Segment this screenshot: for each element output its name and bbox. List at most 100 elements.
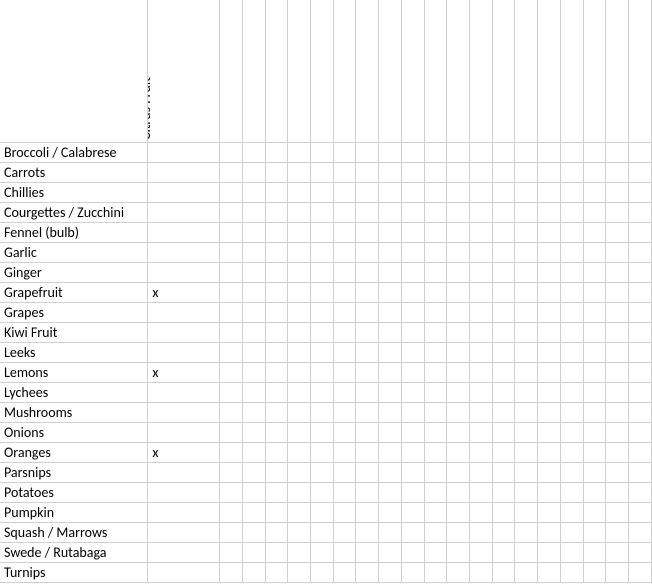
cell[interactable] [447, 182, 470, 202]
cell[interactable] [220, 442, 243, 462]
cell[interactable] [515, 262, 538, 282]
cell[interactable] [220, 182, 243, 202]
cell[interactable] [470, 482, 493, 502]
cell[interactable] [333, 362, 356, 382]
cell[interactable] [356, 182, 379, 202]
cell[interactable] [560, 142, 583, 162]
cell[interactable] [560, 182, 583, 202]
cell[interactable] [583, 502, 606, 522]
row-label[interactable]: Oranges [0, 442, 148, 462]
cell[interactable] [288, 282, 311, 302]
cell[interactable] [311, 202, 334, 222]
cell[interactable] [583, 402, 606, 422]
cell[interactable] [515, 322, 538, 342]
cell[interactable] [401, 342, 424, 362]
cell[interactable] [492, 502, 515, 522]
cell[interactable] [447, 562, 470, 582]
cell[interactable] [148, 342, 220, 362]
cell[interactable] [220, 362, 243, 382]
cell[interactable] [356, 342, 379, 362]
cell[interactable] [447, 322, 470, 342]
cell[interactable] [379, 262, 402, 282]
cell[interactable] [447, 382, 470, 402]
cell[interactable] [424, 162, 447, 182]
cell[interactable] [538, 402, 561, 422]
cell[interactable] [220, 382, 243, 402]
cell[interactable] [424, 262, 447, 282]
cell[interactable] [470, 362, 493, 382]
cell[interactable] [401, 162, 424, 182]
cell[interactable] [538, 182, 561, 202]
cell[interactable] [242, 162, 265, 182]
cell[interactable] [515, 462, 538, 482]
cell[interactable] [492, 162, 515, 182]
row-label[interactable]: Pumpkin [0, 502, 148, 522]
cell[interactable] [492, 562, 515, 582]
cell[interactable] [379, 302, 402, 322]
cell[interactable] [583, 202, 606, 222]
spreadsheet-table[interactable]: Citrus FruitBroccoli / CalabreseCarrotsC… [0, 0, 652, 583]
row-label[interactable]: Broccoli / Calabrese [0, 142, 148, 162]
cell[interactable] [311, 482, 334, 502]
cell[interactable] [333, 302, 356, 322]
cell[interactable] [333, 522, 356, 542]
cell[interactable] [538, 362, 561, 382]
cell[interactable] [242, 382, 265, 402]
cell[interactable] [379, 282, 402, 302]
cell[interactable] [265, 562, 288, 582]
cell[interactable] [606, 522, 629, 542]
cell[interactable] [379, 502, 402, 522]
cell[interactable] [401, 302, 424, 322]
cell[interactable] [629, 322, 652, 342]
cell[interactable] [356, 362, 379, 382]
cell[interactable] [560, 422, 583, 442]
column-header[interactable]: Citrus Fruit [148, 0, 220, 142]
cell[interactable] [606, 442, 629, 462]
cell[interactable] [492, 442, 515, 462]
cell[interactable] [242, 202, 265, 222]
cell[interactable] [560, 362, 583, 382]
row-label[interactable]: Lemons [0, 362, 148, 382]
cell[interactable] [242, 502, 265, 522]
cell[interactable] [288, 562, 311, 582]
cell[interactable] [379, 442, 402, 462]
cell[interactable] [356, 162, 379, 182]
cell[interactable] [629, 282, 652, 302]
cell[interactable] [333, 202, 356, 222]
cell[interactable] [629, 202, 652, 222]
cell[interactable] [447, 162, 470, 182]
cell[interactable] [288, 442, 311, 462]
cell[interactable] [311, 322, 334, 342]
cell[interactable] [583, 162, 606, 182]
cell[interactable] [265, 282, 288, 302]
column-header[interactable] [311, 0, 334, 142]
cell[interactable] [333, 242, 356, 262]
row-label[interactable]: Fennel (bulb) [0, 222, 148, 242]
cell[interactable] [424, 282, 447, 302]
cell[interactable] [492, 422, 515, 442]
cell[interactable] [311, 462, 334, 482]
cell[interactable] [470, 542, 493, 562]
cell[interactable] [401, 522, 424, 542]
cell[interactable] [379, 142, 402, 162]
cell[interactable] [288, 322, 311, 342]
cell[interactable] [148, 162, 220, 182]
cell[interactable] [606, 402, 629, 422]
cell[interactable] [492, 302, 515, 322]
cell[interactable] [220, 462, 243, 482]
cell[interactable] [606, 162, 629, 182]
cell[interactable] [560, 462, 583, 482]
cell[interactable] [560, 162, 583, 182]
cell[interactable] [311, 282, 334, 302]
cell[interactable] [515, 142, 538, 162]
cell[interactable] [333, 342, 356, 362]
cell[interactable] [333, 222, 356, 242]
cell[interactable] [148, 222, 220, 242]
cell[interactable] [447, 202, 470, 222]
cell[interactable] [492, 402, 515, 422]
cell[interactable] [538, 262, 561, 282]
cell[interactable] [515, 562, 538, 582]
cell[interactable] [583, 282, 606, 302]
cell[interactable] [242, 422, 265, 442]
cell[interactable] [447, 242, 470, 262]
